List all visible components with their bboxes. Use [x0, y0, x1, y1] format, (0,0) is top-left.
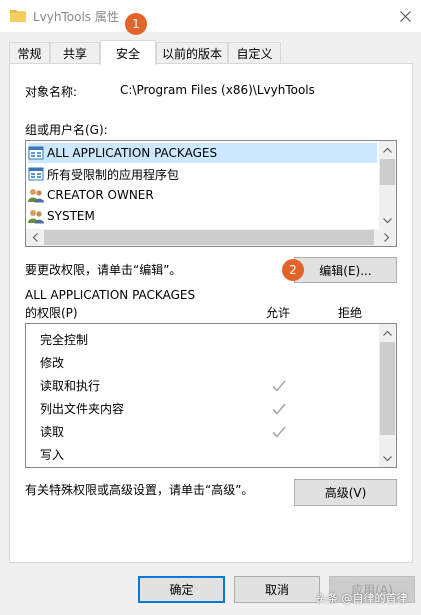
ok-button[interactable]: 确定: [138, 576, 225, 603]
close-icon: [399, 10, 411, 22]
groups-label: 组或用户名(G):: [25, 123, 108, 137]
scroll-right-arrow[interactable]: [378, 229, 395, 246]
permission-row: 读取和执行: [28, 374, 383, 397]
groups-listbox[interactable]: ALL APPLICATION PACKAGES 所有受限制的应用程序包 CRE…: [25, 140, 397, 247]
chevron-right-icon: [383, 233, 389, 242]
group-name: SYSTEM: [47, 209, 95, 223]
permission-row: 修改: [28, 351, 383, 374]
permissions-label: 的权限(P): [25, 306, 78, 320]
chevron-down-icon: [383, 217, 392, 223]
app-packages-icon: [28, 167, 44, 181]
tab-sharing[interactable]: 共享: [50, 42, 100, 63]
users-icon: [28, 210, 44, 224]
deny-header: 拒绝: [338, 306, 363, 320]
list-item[interactable]: SYSTEM: [28, 206, 95, 226]
tab-customize[interactable]: 自定义: [228, 42, 281, 63]
allow-check-icon: [272, 425, 286, 438]
group-name: 所有受限制的应用程序包: [47, 167, 180, 182]
allow-check-icon: [272, 402, 286, 415]
permission-row: 完全控制: [28, 328, 383, 351]
scroll-up-arrow[interactable]: [379, 324, 396, 341]
advanced-button[interactable]: 高级(V): [294, 479, 397, 506]
scroll-left-arrow[interactable]: [26, 229, 43, 246]
close-button[interactable]: [392, 4, 418, 28]
group-name: CREATOR OWNER: [47, 188, 154, 202]
folder-icon: [10, 10, 26, 22]
title-bar: LvyhTools 属性: [0, 0, 421, 32]
window-title: LvyhTools 属性: [33, 10, 119, 24]
group-name: ALL APPLICATION PACKAGES: [47, 146, 218, 160]
scroll-thumb[interactable]: [380, 342, 395, 435]
allow-check-icon: [272, 379, 286, 392]
scroll-down-arrow[interactable]: [379, 212, 396, 229]
scroll-up-arrow[interactable]: [379, 141, 396, 158]
chevron-up-icon: [383, 330, 392, 336]
watermark: 头条 @自律的首律: [316, 592, 408, 605]
chevron-up-icon: [383, 147, 392, 153]
tab-security[interactable]: 安全: [100, 40, 156, 65]
permissions-vertical-scrollbar[interactable]: [379, 324, 396, 467]
allow-header: 允许: [266, 306, 291, 320]
edit-button[interactable]: 编辑(E)...: [294, 257, 397, 283]
list-item[interactable]: ALL APPLICATION PACKAGES: [28, 143, 377, 163]
chevron-down-icon: [383, 455, 392, 461]
permission-name: 读取: [40, 425, 65, 439]
permission-name: 完全控制: [40, 333, 89, 347]
permission-row: 读取: [28, 420, 383, 443]
groups-vertical-scrollbar[interactable]: [379, 141, 396, 229]
scroll-thumb[interactable]: [380, 159, 395, 185]
permissions-listbox[interactable]: 完全控制 修改 读取和执行 列出文件夹内容 读取 写入: [25, 323, 397, 468]
scroll-down-arrow[interactable]: [379, 450, 396, 467]
advanced-hint: 有关特殊权限或高级设置，请单击“高级”。: [25, 483, 254, 497]
users-icon: [28, 189, 44, 203]
permissions-for-label: ALL APPLICATION PACKAGES: [25, 288, 196, 302]
app-packages-icon: [28, 146, 44, 160]
edit-hint: 要更改权限，请单击“编辑”。: [25, 263, 182, 277]
permission-name: 列出文件夹内容: [40, 402, 125, 416]
list-item[interactable]: CREATOR OWNER: [28, 185, 154, 205]
step-badge-1: 1: [125, 13, 147, 35]
permission-row: 写入: [28, 443, 383, 466]
permission-name: 修改: [40, 356, 65, 370]
security-panel: 对象名称: C:\Program Files (x86)\LvyhTools 组…: [9, 63, 413, 563]
permission-name: 读取和执行: [40, 379, 101, 393]
chevron-left-icon: [32, 233, 38, 242]
object-name-value: C:\Program Files (x86)\LvyhTools: [120, 83, 315, 97]
tab-previous-versions[interactable]: 以前的版本: [156, 42, 228, 63]
tab-general[interactable]: 常规: [9, 42, 50, 63]
step-badge-2: 2: [282, 259, 304, 281]
groups-horizontal-scrollbar[interactable]: [26, 229, 396, 246]
permission-row: 列出文件夹内容: [28, 397, 383, 420]
object-name-label: 对象名称:: [25, 85, 78, 99]
scroll-thumb[interactable]: [44, 230, 374, 245]
cancel-button[interactable]: 取消: [234, 576, 320, 603]
list-item[interactable]: 所有受限制的应用程序包: [28, 164, 179, 184]
permission-name: 写入: [40, 448, 65, 462]
